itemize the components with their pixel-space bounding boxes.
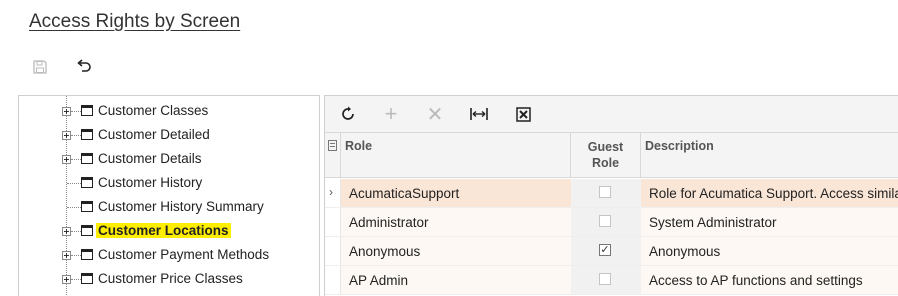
role-cell[interactable]: AcumaticaSupport [349,186,459,201]
guest-role-checkbox[interactable]: ✓ [599,244,611,256]
row-selector[interactable] [325,266,341,294]
fit-columns-button[interactable] [468,103,490,125]
role-column-header[interactable]: Role [341,133,571,177]
note-icon [328,140,337,151]
description-cell[interactable]: Role for Acumatica Support. Access simil… [649,186,898,201]
tree-item-label: Customer History Summary [98,199,264,214]
undo-button[interactable] [73,56,95,78]
tree-branch-line [71,279,81,280]
guest-role-checkbox[interactable] [599,273,611,285]
description-cell[interactable]: Access to AP functions and settings [649,273,863,288]
save-icon [33,60,47,74]
guest-role-checkbox[interactable] [599,215,611,227]
tree-branch-line [71,111,81,112]
description-column-header[interactable]: Description [641,133,898,177]
guest-role-checkbox[interactable] [599,186,611,198]
tree-item[interactable]: Customer Details [19,147,319,171]
tree-item[interactable]: Customer History Summary [19,195,319,219]
guest-role-cell: ✓ [571,237,641,265]
tree-branch-line [71,159,81,160]
save-button[interactable] [29,56,51,78]
row-selector[interactable]: › [325,179,341,207]
guest-role-column-header[interactable]: Guest Role [571,133,641,177]
description-cell[interactable]: Anonymous [649,244,720,259]
grid-header: Role Guest Role Description [325,132,898,178]
add-row-button[interactable]: + [380,101,402,126]
row-selector[interactable] [325,237,341,265]
export-excel-button[interactable] [512,103,534,125]
role-cell[interactable]: Anonymous [349,244,420,259]
guest-role-cell [571,208,641,236]
screen-icon [81,105,93,116]
guest-role-cell [571,266,641,294]
role-cell[interactable]: Administrator [349,215,429,230]
current-row-icon: › [329,185,333,199]
delete-icon: ✕ [426,103,444,126]
tree-item-label: Customer Locations [96,223,231,238]
row-selector[interactable] [325,208,341,236]
tree-item-label: Customer Price Classes [98,271,243,286]
table-row[interactable]: › AcumaticaSupport Role for Acumatica Supp… [325,179,898,208]
screen-icon [81,201,93,212]
tree-item-label: Customer Classes [98,103,209,118]
guest-role-header-line-2: Role [591,156,620,170]
tree-item[interactable]: Customer History [19,171,319,195]
page-title: Access Rights by Screen [29,11,241,32]
fit-columns-icon [470,108,488,120]
tree-item[interactable]: Customer Locations [19,219,319,243]
description-cell[interactable]: System Administrator [649,215,777,230]
refresh-icon [342,106,354,120]
tree-branch-line [71,135,81,136]
expand-icon[interactable] [62,131,71,140]
roles-grid: + ✕ Role Guest Role Description › Acumat… [324,95,898,296]
expand-icon[interactable] [62,227,71,236]
table-row[interactable]: Anonymous ✓ Anonymous [325,237,898,266]
delete-row-button[interactable]: ✕ [424,103,446,126]
tree-item-label: Customer History [98,175,203,190]
tree-branch-line [71,255,81,256]
guest-role-cell [571,179,641,207]
expand-icon[interactable] [62,155,71,164]
table-row[interactable]: AP Admin Access to AP functions and setti… [325,266,898,295]
screen-icon [81,225,93,236]
add-icon: + [384,101,398,126]
undo-icon [77,59,91,72]
role-cell[interactable]: AP Admin [349,273,408,288]
notes-column-header[interactable] [325,133,341,177]
expand-icon[interactable] [62,275,71,284]
tree-item-label: Customer Details [98,151,202,166]
tree-branch-line [67,183,81,184]
guest-role-header-line-1: Guest [587,140,624,154]
screen-icon [81,177,93,188]
tree-item[interactable]: Customer Price Classes [19,267,319,291]
tree-item[interactable]: Customer Detailed [19,123,319,147]
expand-icon[interactable] [62,251,71,260]
grid-toolbar: + ✕ [325,96,898,132]
tree-item-label: Customer Payment Methods [98,247,270,262]
screen-icon [81,249,93,260]
screen-icon [81,273,93,284]
screen-icon [81,153,93,164]
tree-branch-line [67,207,81,208]
tree-branch-line [71,231,81,232]
export-excel-icon [515,106,531,122]
table-row[interactable]: Administrator System Administrator [325,208,898,237]
screen-icon [81,129,93,140]
refresh-button[interactable] [337,103,359,125]
tree-item-label: Customer Detailed [98,127,210,142]
tree-item[interactable]: Customer Classes [19,99,319,123]
screen-tree: Customer Classes Customer Detailed Custome… [18,95,320,296]
tree-item[interactable]: Customer Payment Methods [19,243,319,267]
expand-icon[interactable] [62,107,71,116]
